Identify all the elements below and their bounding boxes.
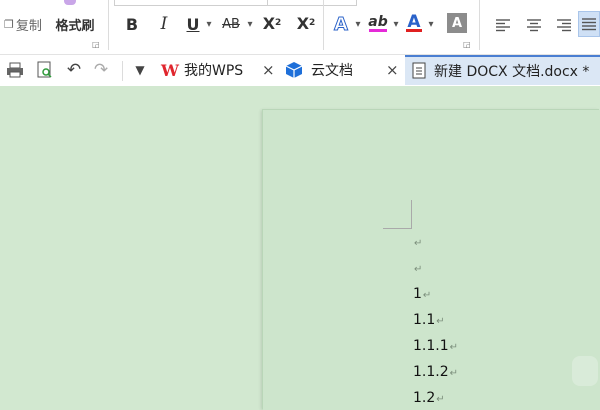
tab-cloud-docs[interactable]: 云文档 ×: [285, 55, 405, 85]
text-effect-dropdown-icon[interactable]: ▾: [353, 14, 363, 34]
underline-button[interactable]: U: [183, 12, 203, 36]
undo-icon[interactable]: ↶: [65, 60, 83, 80]
copy-button[interactable]: ❐ 复制: [0, 14, 46, 34]
align-justify-icon: [582, 18, 596, 31]
align-right-icon[interactable]: [556, 17, 572, 32]
font-color-button[interactable]: A: [403, 8, 425, 36]
underline-dropdown-icon[interactable]: ▾: [204, 14, 214, 34]
font-color-dropdown-icon[interactable]: ▾: [426, 14, 436, 34]
paragraph-line[interactable]: ↵: [413, 260, 422, 276]
format-painter-icon: [64, 0, 76, 5]
tab-document-active[interactable]: 新建 DOCX 文档.docx *: [405, 55, 600, 85]
superscript-button[interactable]: X2: [259, 10, 285, 36]
document-page[interactable]: ↵ ↵ 1↵ 1.1↵ 1.1.1↵ 1.1.2↵ 1.2↵: [263, 110, 600, 410]
margin-corner-mark: [411, 200, 412, 229]
cloud-docs-icon: [285, 61, 303, 83]
format-painter-button[interactable]: 格式刷: [50, 14, 100, 34]
tab-close-icon[interactable]: ×: [262, 61, 275, 79]
align-center-icon[interactable]: [526, 17, 542, 32]
text-effect-button[interactable]: A: [330, 11, 352, 37]
heading-line[interactable]: 1.1.1↵: [413, 338, 458, 354]
tab-close-icon[interactable]: ×: [386, 61, 399, 79]
heading-line[interactable]: 1.1↵: [413, 312, 445, 328]
redo-icon[interactable]: ↷: [92, 60, 110, 80]
paragraph-mark-icon: ↵: [414, 238, 423, 249]
customize-toolbar-dropdown-icon[interactable]: ▼: [131, 61, 149, 79]
quick-access-and-tabs-bar: ↶ ↷ ▼ W 我的WPS × 云文档 × 新建 DOCX 文档.docx *: [0, 55, 600, 87]
clipboard-dialog-launcher-icon[interactable]: ◲: [92, 40, 100, 49]
document-icon: [412, 62, 426, 83]
paragraph-mark-icon: ↵: [436, 316, 445, 327]
heading-line[interactable]: 1.2↵: [413, 390, 445, 406]
scroll-hint-icon: [572, 356, 598, 386]
highlight-icon: ab: [368, 14, 388, 30]
paragraph-mark-icon: ↵: [414, 264, 423, 275]
align-left-icon[interactable]: [495, 17, 511, 32]
strikethrough-dropdown-icon[interactable]: ▾: [245, 14, 255, 34]
font-name-box[interactable]: [114, 0, 268, 6]
font-color-bar: [406, 29, 422, 32]
font-dialog-launcher-icon[interactable]: ◲: [463, 40, 471, 49]
heading-line[interactable]: 1↵: [413, 286, 431, 302]
wps-logo-icon: W: [161, 60, 179, 80]
print-icon[interactable]: [6, 61, 24, 79]
font-size-box[interactable]: [267, 0, 357, 6]
tab-my-wps[interactable]: W 我的WPS ×: [155, 55, 285, 85]
italic-button[interactable]: I: [153, 12, 175, 36]
margin-corner-mark: [383, 228, 412, 229]
highlight-dropdown-icon[interactable]: ▾: [391, 14, 401, 34]
paragraph-mark-icon: ↵: [422, 290, 432, 301]
paragraph-line[interactable]: ↵: [413, 234, 422, 250]
strikethrough-button[interactable]: AB: [218, 12, 244, 36]
highlight-color-bar: [369, 29, 387, 32]
char-shading-button[interactable]: A: [447, 13, 467, 33]
document-canvas: ↵ ↵ 1↵ 1.1↵ 1.1.1↵ 1.1.2↵ 1.2↵: [0, 86, 600, 410]
subscript-button[interactable]: X2: [293, 10, 319, 36]
ribbon-toolbar: ❐ 复制 格式刷 ◲ B I U ▾ AB ▾ X2 X2 A ▾ ab ▾ A…: [0, 0, 600, 55]
highlight-button[interactable]: ab: [366, 8, 390, 36]
paragraph-mark-icon: ↵: [449, 368, 459, 379]
copy-icon: ❐: [4, 17, 14, 31]
bold-button[interactable]: B: [121, 12, 143, 36]
paragraph-mark-icon: ↵: [449, 342, 459, 353]
align-justify-button[interactable]: [578, 11, 600, 37]
heading-line[interactable]: 1.1.2↵: [413, 364, 458, 380]
print-preview-icon[interactable]: [36, 61, 54, 79]
